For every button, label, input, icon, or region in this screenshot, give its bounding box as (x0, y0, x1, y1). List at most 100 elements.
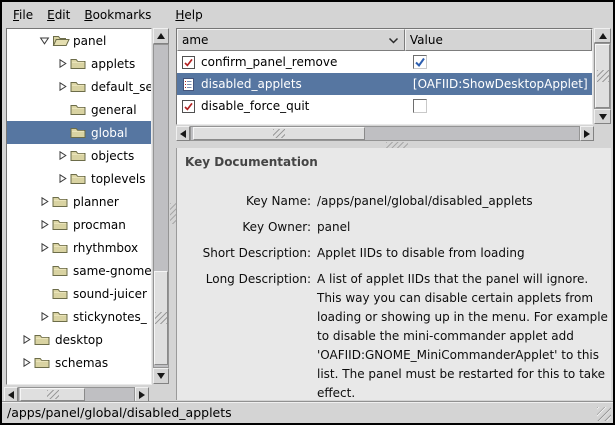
thumb-grip-icon (155, 312, 167, 324)
doc-fields: Key Name: /apps/panel/global/disabled_ap… (185, 192, 603, 400)
tree-item-planner[interactable]: planner (7, 190, 151, 213)
folder-icon (70, 144, 90, 167)
scroll-left-button[interactable] (4, 387, 18, 402)
thumb-grip-icon (273, 129, 285, 138)
menu-bookmarks[interactable]: Bookmarks (77, 4, 158, 26)
doc-value-long-description: A list of applet IIDs that the panel wil… (317, 270, 611, 400)
list-row-disabled-applets[interactable]: disabled_applets [OAFIID:ShowDesktopAppl… (177, 73, 592, 95)
tree-item-general[interactable]: general (7, 98, 151, 121)
scrollbar-thumb[interactable] (193, 127, 365, 140)
arrow-left-icon (8, 391, 14, 399)
list-row-disable-force-quit[interactable]: disable_force_quit (177, 95, 592, 117)
scroll-right-button[interactable] (135, 387, 149, 402)
folder-tree: panel applets default_se general global … (6, 28, 152, 385)
arrow-right-icon (584, 130, 590, 138)
doc-value-key-owner: panel (317, 218, 611, 237)
gconf-editor-window: File Edit Bookmarks Help panel applets d… (0, 0, 615, 425)
arrow-up-icon (599, 33, 607, 39)
folder-icon (70, 98, 90, 121)
folder-icon (52, 190, 72, 213)
expander-open-icon[interactable] (37, 29, 52, 52)
folder-icon (52, 282, 72, 305)
value-checkbox-unchecked[interactable] (413, 99, 427, 113)
list-key-icon (181, 77, 196, 92)
scrollbar-trough[interactable] (594, 43, 611, 109)
scrollbar-trough[interactable] (190, 126, 580, 141)
folder-icon (70, 52, 90, 75)
column-header-name[interactable]: ame (177, 29, 405, 51)
scrollbar-thumb[interactable] (595, 44, 610, 108)
list-row-confirm-panel-remove[interactable]: confirm_panel_remove (177, 51, 592, 73)
tree-item-default-se[interactable]: default_se (7, 75, 151, 98)
arrow-up-icon (157, 33, 165, 39)
tree-horizontal-scrollbar (4, 387, 149, 402)
expander-closed-icon[interactable] (55, 167, 70, 190)
key-documentation-pane: Key Documentation Key Name: /apps/panel/… (176, 148, 611, 400)
tree-item-panel[interactable]: panel (7, 29, 151, 52)
resize-grip-icon[interactable] (597, 407, 611, 421)
tree-item-global[interactable]: global (7, 121, 151, 144)
folder-icon (52, 213, 72, 236)
expander-closed-icon[interactable] (55, 52, 70, 75)
key-list: ame Value confirm_panel_remove disabled_… (176, 28, 593, 125)
statusbar-text: /apps/panel/global/disabled_applets (7, 405, 232, 420)
arrow-down-icon (157, 373, 165, 379)
menu-file[interactable]: File (6, 4, 40, 26)
doc-value-short-description: Applet IIDs to disable from loading (317, 244, 611, 263)
arrow-right-icon (139, 391, 145, 399)
tree-item-same-gnome[interactable]: same-gnome (7, 259, 151, 282)
doc-label-long-description: Long Description: (185, 270, 311, 400)
tree-vertical-scrollbar (153, 28, 169, 384)
column-header-value[interactable]: Value (405, 29, 592, 51)
scroll-down-button[interactable] (153, 368, 169, 384)
folder-icon (70, 121, 90, 144)
expander-closed-icon[interactable] (55, 75, 70, 98)
scrollbar-thumb[interactable] (20, 388, 85, 401)
value-checkbox-checked[interactable] (413, 55, 427, 69)
scroll-left-button[interactable] (176, 126, 190, 141)
expander-closed-icon[interactable] (19, 351, 34, 374)
bool-key-icon (181, 99, 196, 114)
expander-closed-icon[interactable] (37, 236, 52, 259)
list-vertical-scrollbar (594, 28, 611, 124)
folder-icon (52, 259, 72, 282)
tree-item-schemas[interactable]: schemas (7, 351, 151, 374)
doc-label-short-description: Short Description: (185, 244, 311, 263)
thumb-grip-icon (47, 390, 59, 399)
expander-closed-icon[interactable] (55, 144, 70, 167)
scroll-up-button[interactable] (594, 28, 611, 43)
menu-help[interactable]: Help (168, 4, 209, 26)
doc-value-key-name: /apps/panel/global/disabled_applets (317, 192, 611, 211)
scrollbar-thumb[interactable] (154, 271, 168, 365)
folder-icon (52, 305, 72, 328)
tree-item-objects[interactable]: objects (7, 144, 151, 167)
tree-item-toplevels[interactable]: toplevels (7, 167, 151, 190)
tree-item-rhythmbox[interactable]: rhythmbox (7, 236, 151, 259)
doc-label-key-owner: Key Owner: (185, 218, 311, 237)
scrollbar-trough[interactable] (18, 387, 135, 402)
folder-icon (34, 328, 54, 351)
expander-closed-icon[interactable] (37, 305, 52, 328)
menu-edit[interactable]: Edit (40, 4, 77, 26)
expander-closed-icon[interactable] (19, 328, 34, 351)
doc-title: Key Documentation (185, 155, 603, 169)
scroll-down-button[interactable] (594, 109, 611, 124)
tree-item-desktop[interactable]: desktop (7, 328, 151, 351)
folder-icon (52, 236, 72, 259)
folder-open-icon (52, 29, 72, 52)
thumb-grip-icon (597, 70, 609, 82)
check-icon (414, 56, 426, 68)
scroll-up-button[interactable] (153, 28, 169, 44)
folder-icon (70, 167, 90, 190)
tree-item-procman[interactable]: procman (7, 213, 151, 236)
scroll-right-button[interactable] (580, 126, 594, 141)
menubar: File Edit Bookmarks Help (2, 2, 613, 28)
expander-closed-icon[interactable] (37, 190, 52, 213)
scrollbar-trough[interactable] (153, 44, 169, 368)
tree-item-applets[interactable]: applets (7, 52, 151, 75)
arrow-down-icon (599, 114, 607, 120)
chevron-down-icon (387, 35, 400, 46)
tree-item-sound-juicer[interactable]: sound-juicer (7, 282, 151, 305)
tree-item-stickynotes[interactable]: stickynotes_ (7, 305, 151, 328)
expander-closed-icon[interactable] (37, 213, 52, 236)
